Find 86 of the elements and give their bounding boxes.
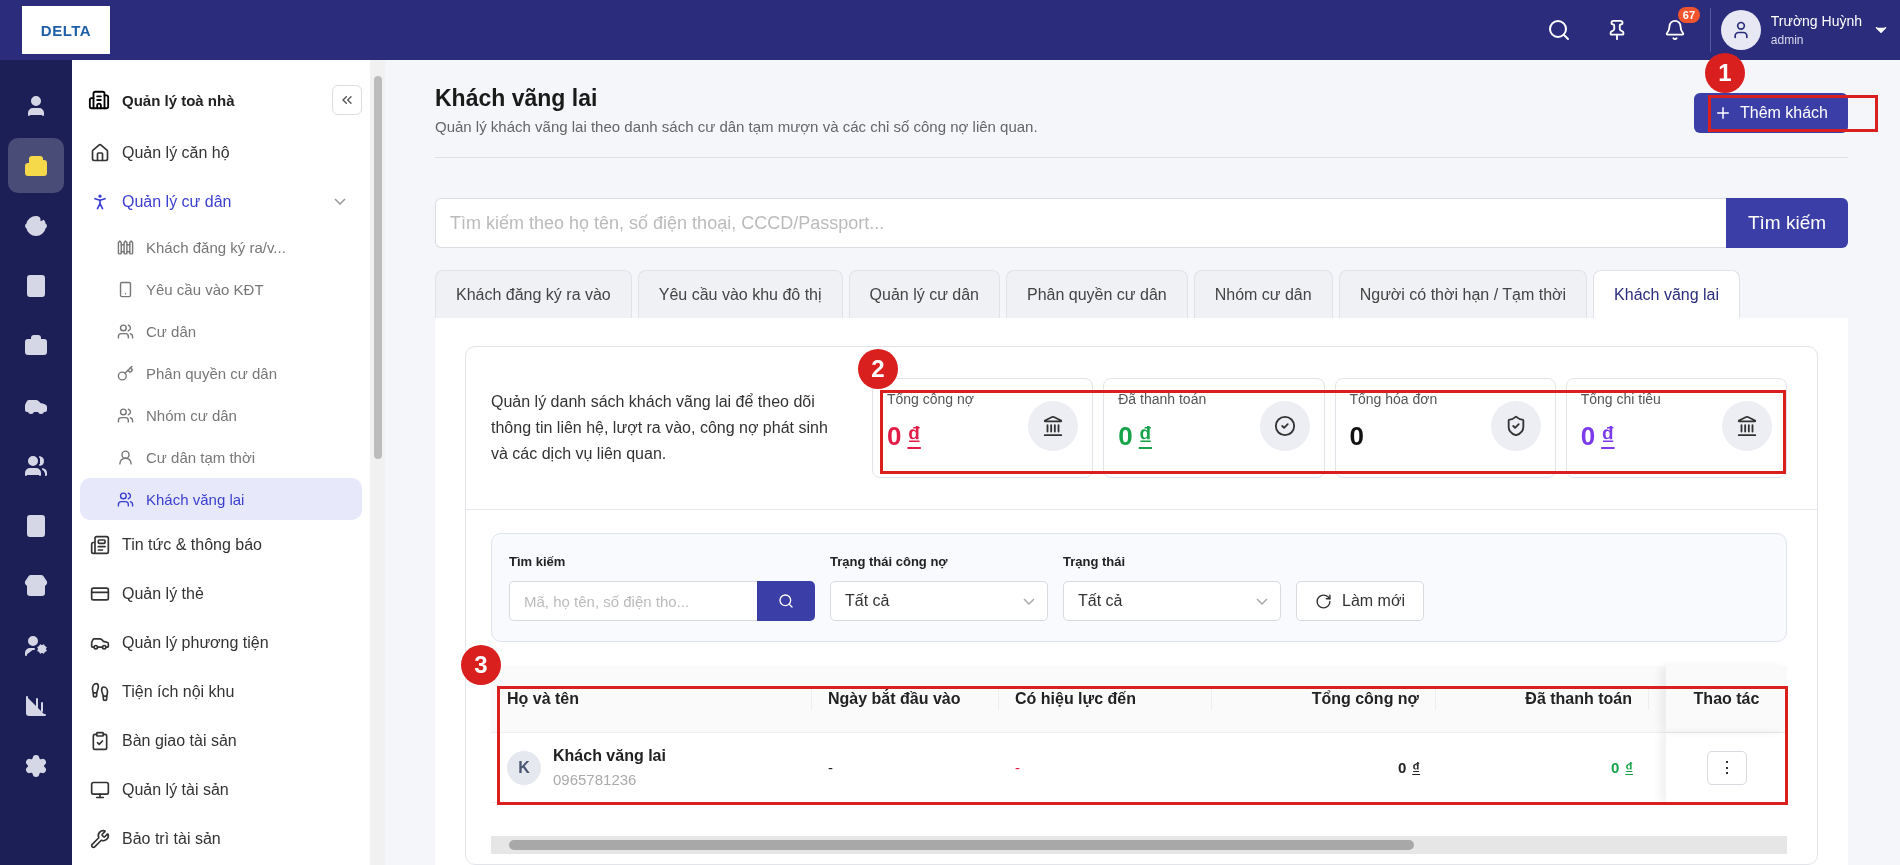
notification-count: 67 [1677, 7, 1701, 23]
refresh-button[interactable]: Làm mới [1296, 581, 1424, 621]
tab[interactable]: Phân quyền cư dân [1006, 270, 1188, 318]
rail-button[interactable] [8, 138, 64, 193]
search-button[interactable]: Tìm kiếm [1726, 198, 1848, 248]
sidebar-subitem[interactable]: Khách văng lai [80, 478, 362, 520]
collapse-button[interactable] [332, 85, 362, 115]
stat-label: Tổng công nợ [887, 391, 974, 407]
sidebar-item[interactable]: Bàn giao tài sản [80, 716, 362, 765]
check-circle-icon [1273, 415, 1296, 437]
table-cell-text: - [1014, 759, 1021, 776]
sidebar-item[interactable]: Quản lý phương tiện [80, 618, 362, 667]
stat-label: Tổng chi tiêu [1580, 391, 1661, 407]
summary-description: Quản lý danh sách khách vãng lai để theo dõi thông tin liên hệ, lượt ra vào, công nợ phát sinh và các dịch vụ liên quan. [491, 392, 829, 464]
bell-icon[interactable] [1663, 19, 1686, 41]
stat-value: 0 [1349, 421, 1365, 452]
column-header: Ngày bắt đầu vào [812, 688, 999, 710]
chevron-icon [1023, 597, 1035, 605]
newspaper-icon [90, 534, 110, 555]
stat-label: Tổng hóa đơn [1349, 391, 1438, 407]
horizontal-scrollbar[interactable] [491, 836, 1787, 854]
column-header: Đã thanh toán [1436, 688, 1649, 710]
key-icon [117, 364, 134, 382]
debt-status-select[interactable]: Tất cả [830, 581, 1048, 621]
filter-label: Tìm kiếm [509, 554, 567, 569]
search-button[interactable] [757, 581, 815, 621]
tab[interactable]: Khách vãng lai [1593, 270, 1741, 318]
sidebar-item[interactable]: Tiện ích nội khu [80, 667, 362, 716]
sidebar-subitem[interactable]: Khách đăng ký ra/v... [80, 226, 362, 268]
bank-icon [1736, 415, 1758, 437]
phone-icon [117, 280, 134, 298]
sidebar-subitem[interactable]: Cư dân [80, 310, 362, 352]
refresh-icon [1315, 592, 1332, 610]
more-button[interactable]: ⋮ [1706, 750, 1747, 785]
table-cell-text: 0 ₫ [1396, 759, 1421, 776]
sidebar-item[interactable]: Quản lý thẻ [80, 569, 362, 618]
filter-label: Trạng thái [1063, 554, 1127, 569]
stat-value: 0 ₫ [1580, 421, 1616, 452]
sidebar-item[interactable]: Bảo trì tài sản [80, 814, 362, 863]
user-name: Trường Huỳnh [1770, 13, 1862, 29]
guest-avatar: K [507, 750, 541, 785]
tab[interactable]: Quản lý cư dân [848, 270, 1000, 318]
page-title: Khách vãng lai [435, 85, 599, 112]
tab[interactable]: Yêu cầu vào khu đô thị [637, 270, 843, 318]
bank-icon [1042, 415, 1065, 437]
column-header: Thao tác [1692, 689, 1761, 709]
person-icon [24, 633, 48, 658]
stat-value: 0 ₫ [1118, 421, 1154, 452]
sidebar-subitem[interactable]: Cư dân tạm thời [80, 436, 362, 478]
search-icon[interactable] [1546, 18, 1571, 42]
user-role: admin [1770, 33, 1805, 47]
sidebar-item[interactable]: Quản lý tài sản [80, 765, 362, 814]
sidebar-item[interactable]: Quản lý cư dân [80, 177, 362, 226]
sidebar-title: Quản lý toà nhà [122, 91, 236, 109]
table-cell-text: - [827, 759, 834, 776]
page-subtitle: Quản lý khách vãng lai theo danh sách cư dân tạm mượn và các chỉ số công nợ liên quan. [435, 118, 1039, 135]
home-icon [90, 142, 110, 163]
status-select[interactable]: Tất cả [1063, 581, 1281, 621]
wrench-icon [90, 828, 110, 849]
column-header: Tổng công nợ [1212, 688, 1436, 710]
guest-name: Khách văng lai [553, 747, 666, 765]
stat-label: Đã thanh toán [1118, 391, 1207, 407]
chevron-icon [1256, 597, 1268, 605]
column-header: Họ và tên [491, 688, 812, 710]
monitor-icon [90, 779, 110, 800]
guest-phone: 0965781236 [553, 771, 638, 788]
sidebar-subitem[interactable]: Nhóm cư dân [80, 394, 362, 436]
search-field[interactable]: Tìm kiếm theo họ tên, số điện thoại, CCCD/Passport... [435, 198, 1726, 248]
search-icon [778, 593, 794, 609]
stat-value: 0 ₫ [887, 421, 922, 452]
sidebar-item[interactable]: Quản lý căn hộ [80, 128, 362, 177]
tab[interactable]: Khách đăng ký ra vào [435, 270, 632, 318]
sidebar-item[interactable]: Tin tức & thông báo [80, 520, 362, 569]
sidebar-subitem[interactable]: Phân quyền cư dân [80, 352, 362, 394]
user-avatar[interactable] [1720, 10, 1761, 50]
filter-label: Trạng thái công nợ [830, 554, 949, 569]
scrollbar-thumb[interactable] [373, 76, 382, 459]
person-icon [117, 448, 134, 466]
tab[interactable]: Người có thời hạn / Tạm thời [1338, 270, 1588, 318]
clipboard-icon [90, 730, 110, 751]
column-header: Có hiệu lực đến [999, 688, 1212, 710]
table-cell-text: 0 ₫ [1609, 759, 1634, 776]
delta-logo: DELTA [22, 6, 110, 54]
tab[interactable]: Nhóm cư dân [1193, 270, 1333, 318]
sidebar-subitem[interactable]: Yêu cầu vào KĐT [80, 268, 362, 310]
filter-search-field[interactable]: Mã, họ tên, số điện tho... [509, 581, 757, 621]
